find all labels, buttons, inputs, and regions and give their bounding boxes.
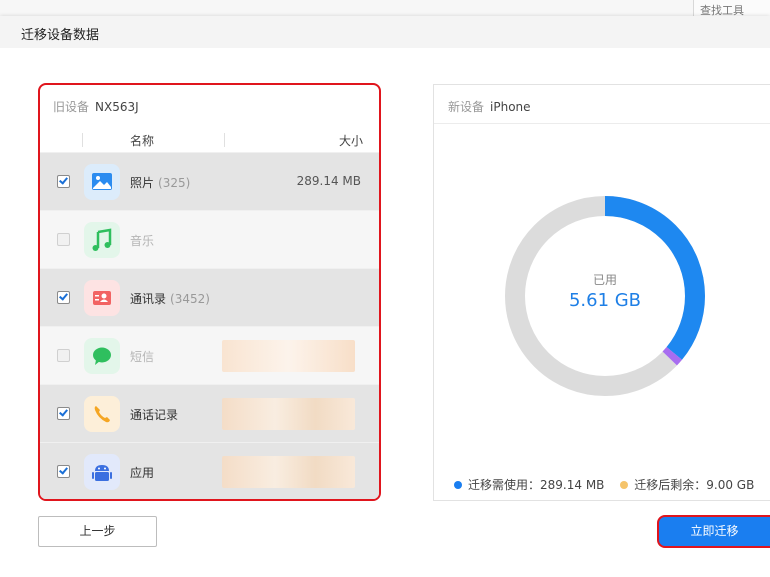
redacted-size-block	[222, 340, 355, 372]
background-toolbar: 查找工具	[693, 0, 770, 17]
list-item-messages: 短信	[40, 326, 379, 384]
list-item-music: 音乐	[40, 210, 379, 268]
redacted-size-block	[222, 456, 355, 488]
message-icon	[84, 338, 120, 374]
column-divider	[224, 133, 225, 147]
storage-used-label: 已用	[592, 273, 617, 287]
storage-used-value: 5.61 GB	[568, 290, 642, 311]
apps-checkbox[interactable]	[57, 465, 70, 478]
legend-dot-migrate	[454, 481, 462, 489]
messages-label: 短信	[130, 350, 155, 364]
legend-item-remaining: 迁移后剩余：9.00 GB	[620, 476, 754, 493]
photos-label: 照片 (325)	[130, 176, 191, 190]
apps-label: 应用	[130, 466, 155, 480]
music-checkbox	[57, 233, 70, 246]
column-divider	[82, 133, 83, 147]
photos-checkbox[interactable]	[57, 175, 70, 188]
old-device-panel: 旧设备 NX563J 名称 大小 照片 (325) 289.14 MB 音乐 通…	[38, 83, 381, 501]
photos-count: (325)	[158, 176, 191, 190]
photo-icon	[84, 164, 120, 200]
new-device-title: 新设备 iPhone	[448, 98, 531, 115]
previous-step-button[interactable]: 上一步	[38, 516, 157, 547]
contacts-icon	[84, 280, 120, 316]
list-item-photos[interactable]: 照片 (325) 289.14 MB	[40, 152, 379, 210]
new-device-name: iPhone	[490, 100, 531, 114]
contacts-checkbox[interactable]	[57, 291, 70, 304]
list-item-apps[interactable]: 应用	[40, 442, 379, 499]
migrate-dialog: 迁移设备数据 旧设备 NX563J 名称 大小 照片 (325) 289.14 MB	[0, 16, 770, 577]
old-device-title: 旧设备 NX563J	[53, 98, 139, 115]
phone-icon	[84, 396, 120, 432]
panel-divider	[434, 123, 770, 124]
android-icon	[84, 454, 120, 490]
music-label: 音乐	[130, 234, 155, 248]
column-size-header: 大小	[338, 134, 363, 148]
new-device-label: 新设备	[448, 100, 485, 114]
contacts-count: (3452)	[170, 292, 210, 306]
messages-checkbox	[57, 349, 70, 362]
dialog-title: 迁移设备数据	[21, 28, 100, 43]
old-device-label: 旧设备	[53, 100, 90, 114]
photos-size: 289.14 MB	[296, 174, 361, 188]
column-name-header: 名称	[130, 134, 155, 148]
legend-dot-remaining	[620, 481, 629, 489]
call-log-checkbox[interactable]	[57, 407, 70, 420]
list-item-contacts[interactable]: 通讯录 (3452)	[40, 268, 379, 326]
legend-item-migrate: 迁移需使用：289.14 MB	[454, 476, 604, 493]
migrate-now-button[interactable]: 立即迁移	[657, 515, 770, 548]
redacted-size-block	[222, 398, 355, 430]
dialog-header: 迁移设备数据	[0, 16, 770, 48]
old-device-name: NX563J	[95, 100, 139, 114]
list-item-call-log[interactable]: 通话记录	[40, 384, 379, 442]
music-icon	[84, 222, 120, 258]
call-log-label: 通话记录	[130, 408, 179, 422]
data-type-list: 照片 (325) 289.14 MB 音乐 通讯录 (3452) 短信 通话记录…	[40, 152, 379, 499]
contacts-label: 通讯录 (3452)	[130, 292, 210, 306]
storage-legend: 迁移需使用：289.14 MB 迁移后剩余：9.00 GB	[454, 476, 766, 493]
column-header: 名称 大小	[40, 128, 379, 152]
new-device-panel: 新设备 iPhone 已用 5.61 GB 迁移需使用：289.14 MB 迁移后…	[433, 84, 770, 501]
